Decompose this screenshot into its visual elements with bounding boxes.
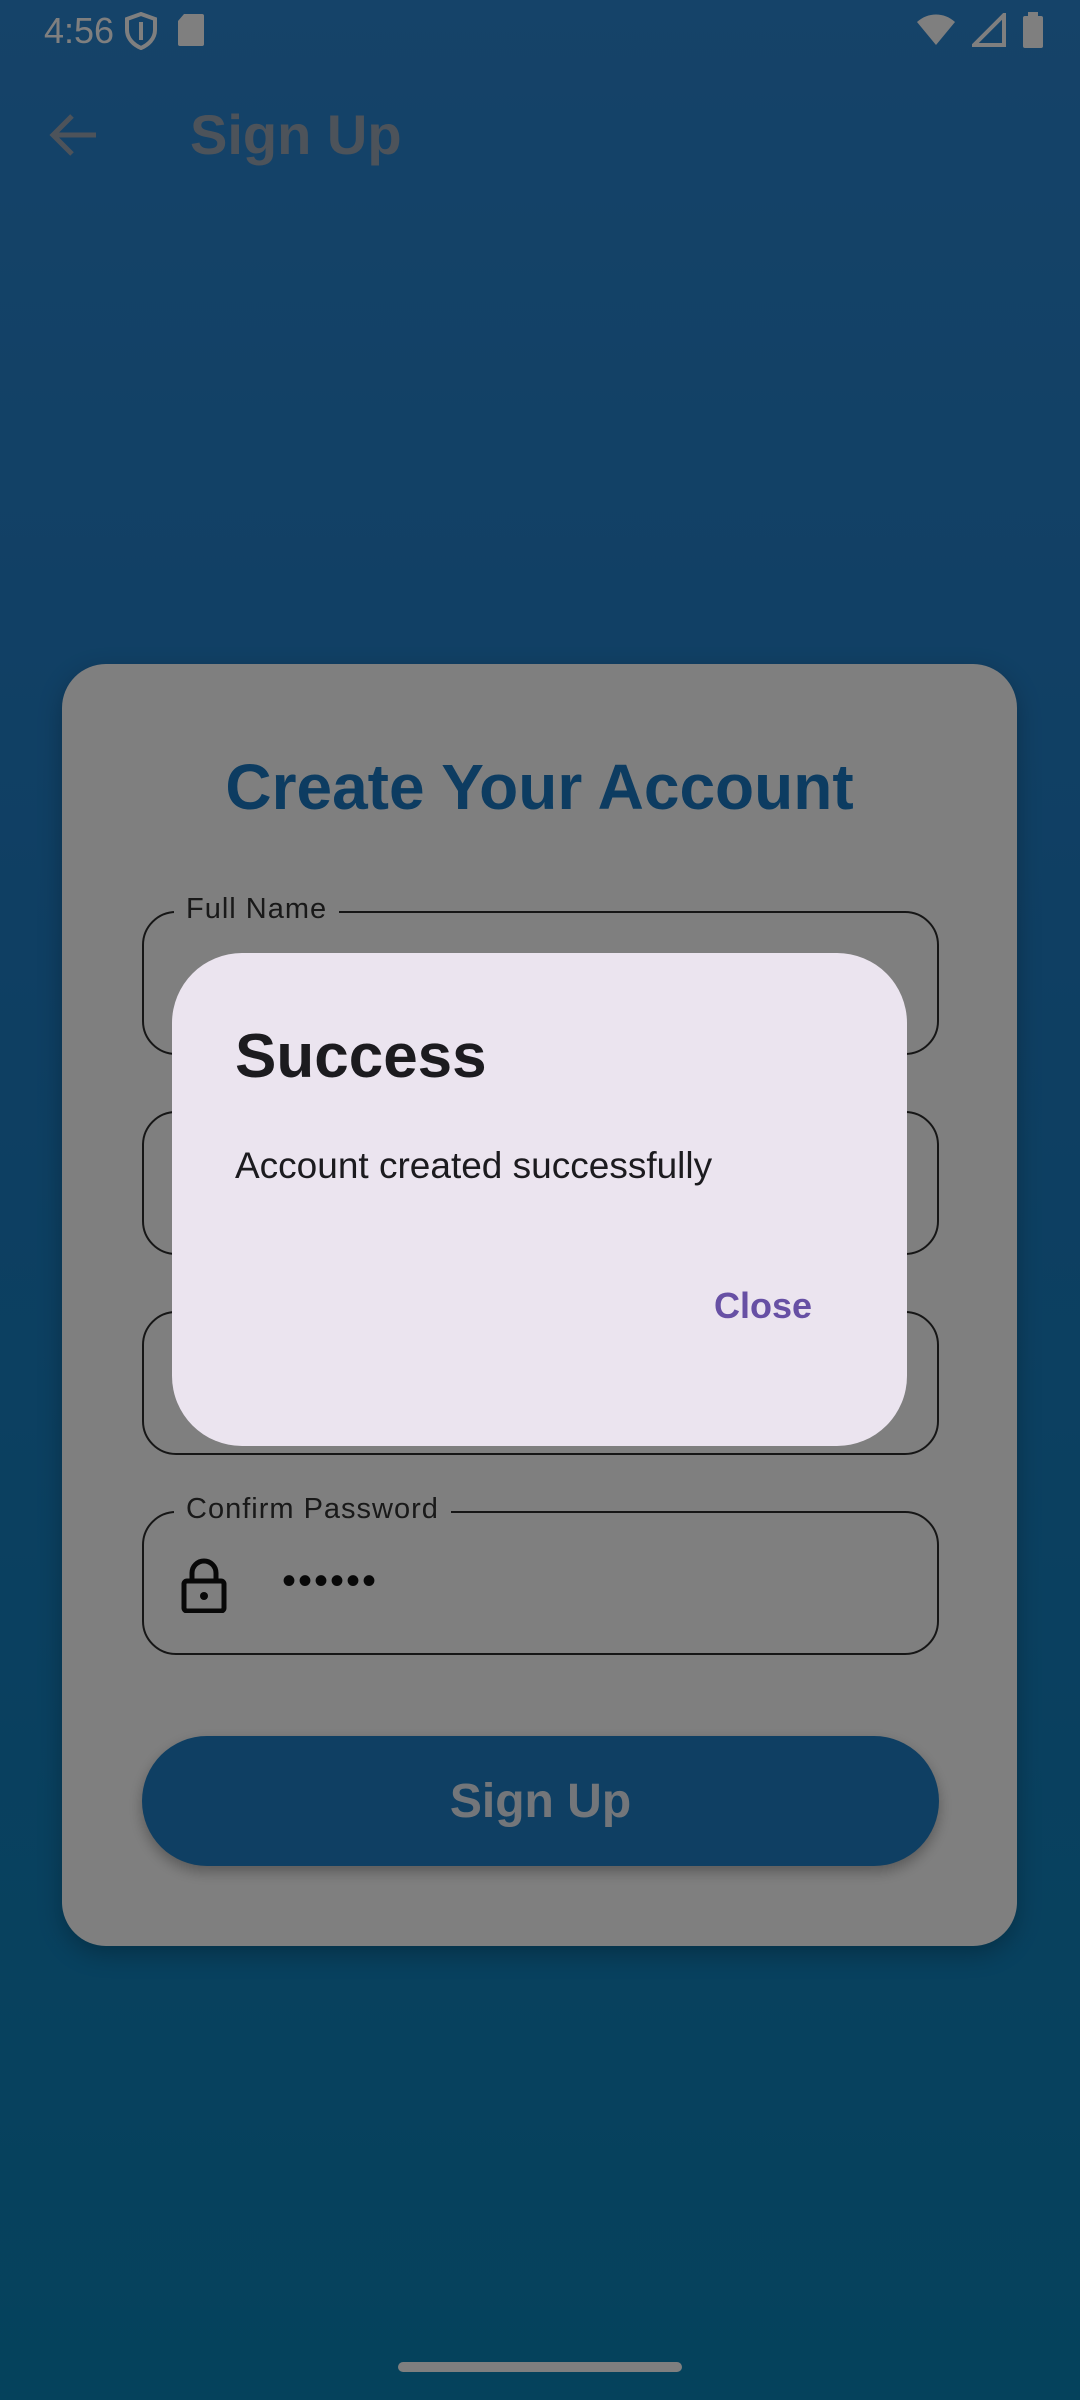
- dialog-message: Account created successfully: [235, 1145, 713, 1186]
- success-dialog: Success Account created successfully Clo…: [172, 953, 907, 1446]
- close-button[interactable]: Close: [700, 1275, 826, 1337]
- dialog-title: Success: [235, 1022, 487, 1091]
